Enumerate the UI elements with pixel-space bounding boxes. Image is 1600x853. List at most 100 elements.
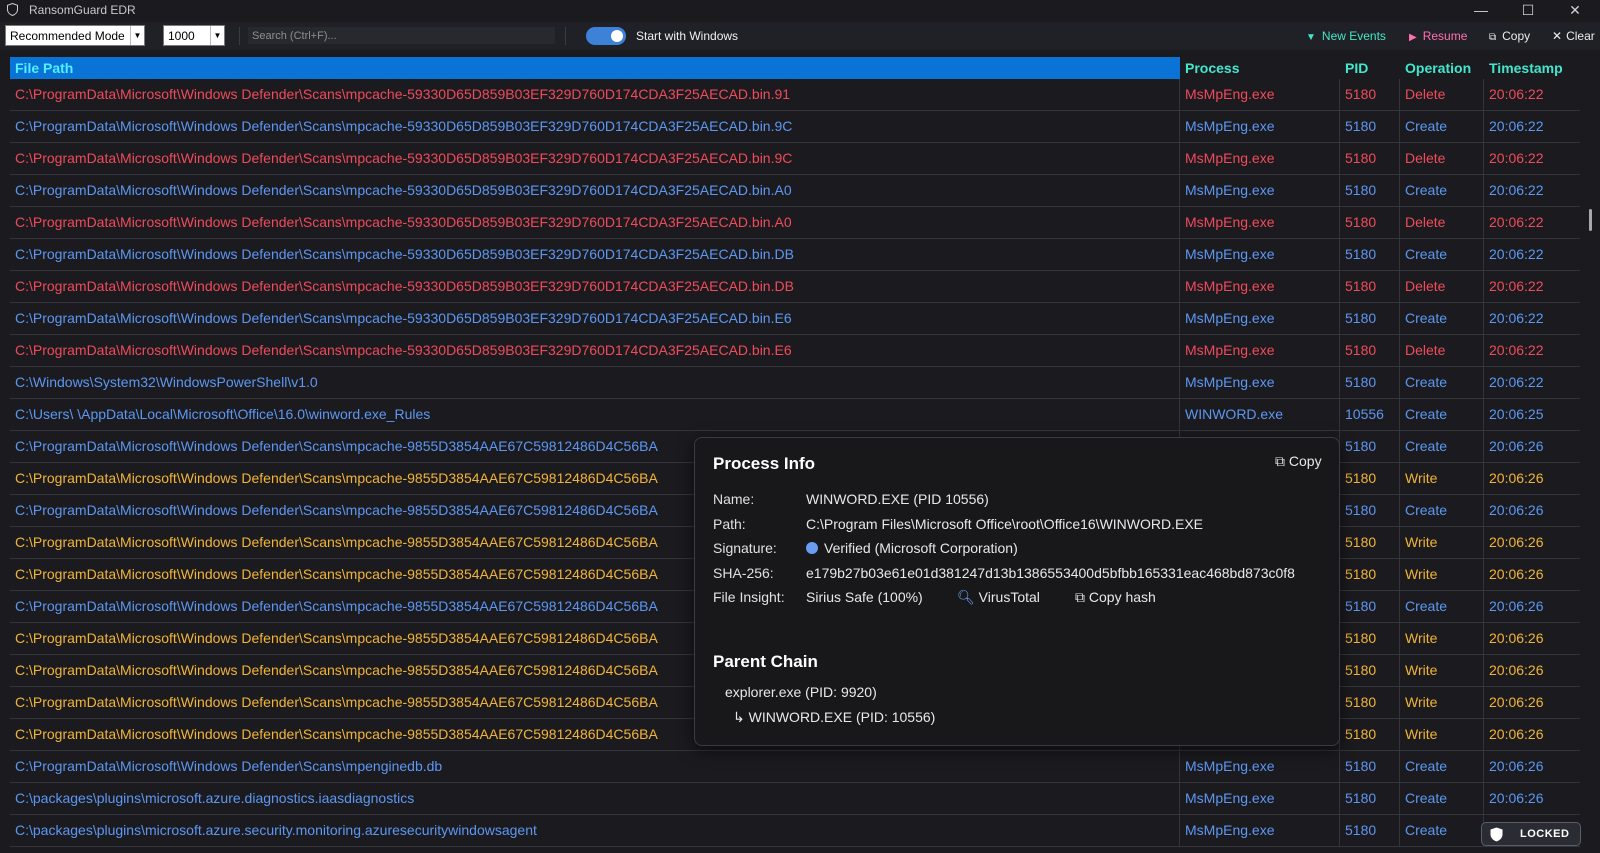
maximize-button[interactable]: ☐ — [1505, 0, 1551, 22]
minimize-button[interactable]: — — [1458, 0, 1504, 22]
timestamp-cell: 20:06:26 — [1489, 630, 1544, 646]
path-cell: C:\ProgramData\Microsoft\Windows Defende… — [10, 303, 1180, 334]
path-cell: C:\ProgramData\Microsoft\Windows Defende… — [10, 79, 1180, 110]
timestamp-cell: 20:06:22 — [1489, 182, 1544, 198]
pid-cell: 5180 — [1340, 207, 1400, 238]
table-row[interactable]: C:\ProgramData\Microsoft\Windows Defende… — [10, 239, 1580, 271]
operation-cell: Create — [1400, 111, 1484, 142]
name-label: Name: — [713, 491, 755, 507]
event-count-select[interactable]: 1000 ▼ — [163, 25, 225, 46]
locked-badge[interactable]: LOCKED — [1481, 822, 1581, 846]
chevron-down-icon[interactable]: ▼ — [210, 26, 224, 45]
title-bar: RansomGuard EDR — ☐ ✕ — [0, 0, 1600, 22]
operation-cell: Write — [1400, 623, 1484, 654]
table-row[interactable]: C:\ProgramData\Microsoft\Windows Defende… — [10, 143, 1580, 175]
copy-button[interactable]: ⧉ Copy — [1489, 28, 1530, 44]
table-row[interactable]: C:\ProgramData\Microsoft\Windows Defende… — [10, 751, 1580, 783]
pid-cell: 5180 — [1340, 495, 1400, 526]
table-row[interactable]: C:\ProgramData\Microsoft\Windows Defende… — [10, 303, 1580, 335]
column-header-pid[interactable]: PID — [1340, 57, 1400, 79]
operation-cell: Create — [1400, 495, 1484, 526]
start-with-windows-label: Start with Windows — [636, 29, 739, 43]
timestamp-cell: 20:06:25 — [1489, 406, 1544, 422]
process-cell: MsMpEng.exe — [1180, 367, 1340, 398]
mode-select-value: Recommended Mode — [10, 29, 125, 43]
timestamp-cell: 20:06:26 — [1489, 662, 1544, 678]
pid-cell: 5180 — [1340, 239, 1400, 270]
table-row[interactable]: C:\Windows\System32\WindowsPowerShell\v1… — [10, 367, 1580, 399]
copy-hash-label: Copy hash — [1088, 589, 1156, 605]
clear-button[interactable]: ✕ Clear — [1552, 28, 1595, 44]
pid-cell: 5180 — [1340, 655, 1400, 686]
pid-cell: 5180 — [1340, 623, 1400, 654]
pid-cell: 5180 — [1340, 175, 1400, 206]
process-info-copy-button[interactable]: ⧉ Copy — [1275, 453, 1322, 470]
scrollbar-thumb[interactable] — [1589, 209, 1592, 231]
operation-cell: Write — [1400, 463, 1484, 494]
operation-cell: Delete — [1400, 79, 1484, 110]
process-cell: MsMpEng.exe — [1180, 751, 1340, 782]
resume-button[interactable]: ▶ Resume — [1409, 28, 1467, 44]
filter-arrow-icon: ▼ — [1306, 32, 1316, 43]
pid-cell: 5180 — [1340, 367, 1400, 398]
copy-icon: ⧉ — [1275, 453, 1289, 469]
file-insight-link[interactable]: Sirius Safe (100%) — [806, 589, 923, 605]
table-row[interactable]: C:\packages\plugins\microsoft.azure.secu… — [10, 815, 1580, 847]
pid-cell: 10556 — [1340, 399, 1400, 430]
operation-cell: Write — [1400, 655, 1484, 686]
pid-cell: 5180 — [1340, 687, 1400, 718]
copy-hash-button[interactable]: ⧉ Copy hash — [1075, 589, 1156, 606]
table-row[interactable]: C:\ProgramData\Microsoft\Windows Defende… — [10, 111, 1580, 143]
timestamp-cell: 20:06:22 — [1489, 342, 1544, 358]
timestamp-cell: 20:06:26 — [1489, 694, 1544, 710]
table-row[interactable]: C:\ProgramData\Microsoft\Windows Defende… — [10, 207, 1580, 239]
pid-cell: 5180 — [1340, 143, 1400, 174]
search-input[interactable] — [248, 27, 555, 44]
vertical-scrollbar[interactable] — [1584, 57, 1598, 853]
timestamp-cell: 20:06:26 — [1489, 726, 1544, 742]
table-row[interactable]: C:\Users\ \AppData\Local\Microsoft\Offic… — [10, 399, 1580, 431]
timestamp-cell: 20:06:26 — [1489, 758, 1544, 774]
close-icon: ✕ — [1552, 29, 1563, 43]
copy-icon: ⧉ — [1489, 32, 1497, 43]
table-row[interactable]: C:\ProgramData\Microsoft\Windows Defende… — [10, 271, 1580, 303]
pid-cell: 5180 — [1340, 431, 1400, 462]
timestamp-cell: 20:06:26 — [1489, 534, 1544, 550]
virustotal-label: VirusTotal — [978, 589, 1040, 605]
clear-label: Clear — [1566, 29, 1595, 43]
signature-text: Verified (Microsoft Corporation) — [824, 540, 1018, 556]
timestamp-cell: 20:06:26 — [1489, 438, 1544, 454]
table-row[interactable]: C:\ProgramData\Microsoft\Windows Defende… — [10, 175, 1580, 207]
column-header-file-path[interactable]: File Path — [10, 57, 1180, 79]
copy-icon: ⧉ — [1075, 589, 1089, 605]
signature-value: Verified (Microsoft Corporation) — [806, 540, 1018, 556]
pid-cell: 5180 — [1340, 527, 1400, 558]
start-with-windows-toggle[interactable] — [586, 27, 626, 45]
table-row[interactable]: C:\ProgramData\Microsoft\Windows Defende… — [10, 335, 1580, 367]
operation-cell: Create — [1400, 783, 1484, 814]
operation-cell: Create — [1400, 303, 1484, 334]
table-row[interactable]: C:\ProgramData\Microsoft\Windows Defende… — [10, 79, 1580, 111]
play-icon: ▶ — [1409, 32, 1417, 43]
timestamp-cell: 20:06:22 — [1489, 310, 1544, 326]
virustotal-button[interactable]: 🔍︎ VirusTotal — [957, 589, 1040, 606]
chevron-down-icon[interactable]: ▼ — [130, 26, 144, 45]
process-cell: MsMpEng.exe — [1180, 111, 1340, 142]
close-button[interactable]: ✕ — [1552, 0, 1598, 22]
column-header-process[interactable]: Process — [1180, 57, 1340, 79]
shield-icon — [1490, 827, 1503, 842]
new-events-label: New Events — [1321, 29, 1386, 43]
table-row[interactable]: C:\packages\plugins\microsoft.azure.diag… — [10, 783, 1580, 815]
timestamp-cell: 20:06:22 — [1489, 278, 1544, 294]
pid-cell: 5180 — [1340, 271, 1400, 302]
new-events-button[interactable]: ▼ New Events — [1306, 28, 1386, 44]
path-label: Path: — [713, 516, 746, 532]
column-header-timestamp[interactable]: Timestamp — [1484, 57, 1580, 79]
process-cell: MsMpEng.exe — [1180, 815, 1340, 846]
process-cell: MsMpEng.exe — [1180, 207, 1340, 238]
mode-select[interactable]: Recommended Mode ▼ — [5, 25, 145, 46]
process-cell: MsMpEng.exe — [1180, 175, 1340, 206]
name-value: WINWORD.EXE (PID 10556) — [806, 491, 989, 507]
column-header-operation[interactable]: Operation — [1400, 57, 1484, 79]
operation-cell: Create — [1400, 399, 1484, 430]
